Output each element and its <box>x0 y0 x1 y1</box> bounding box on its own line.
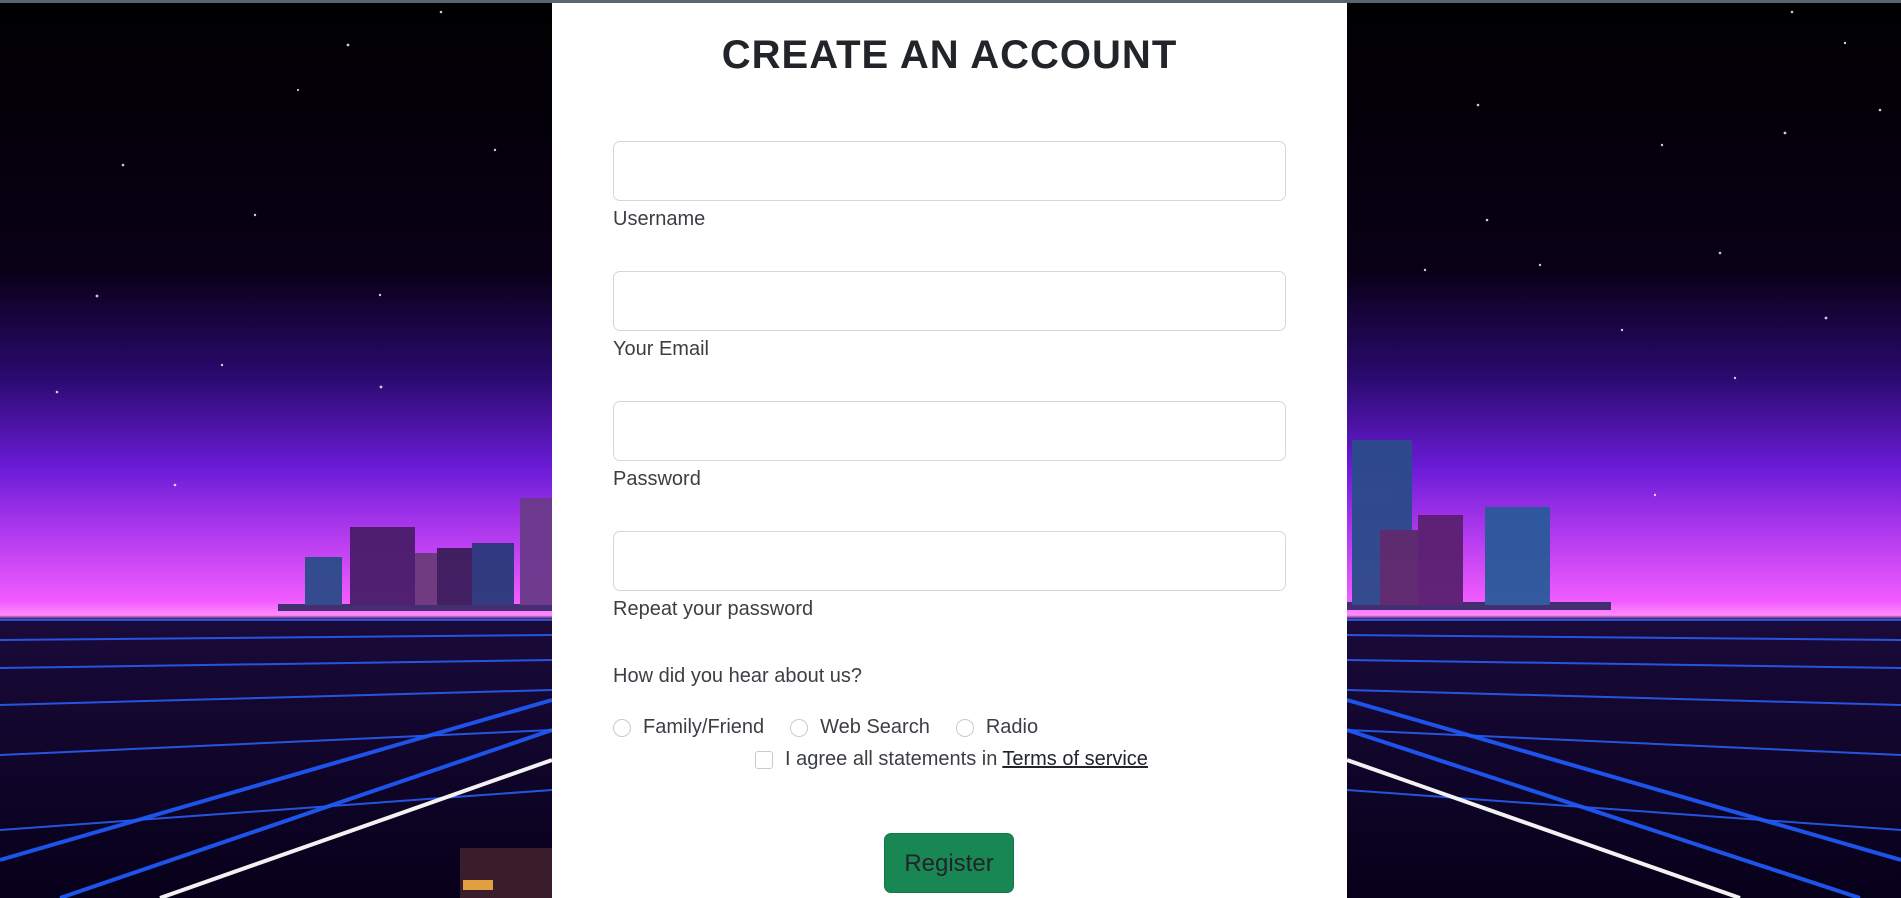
radio-label: Web Search <box>820 716 930 738</box>
radio-circle-icon[interactable] <box>955 718 974 737</box>
radio-web-search[interactable]: Web Search <box>790 716 930 739</box>
username-label: Username <box>613 208 706 230</box>
radio-radio[interactable]: Radio <box>955 716 1039 739</box>
terms-agreement: I agree all statements in Terms of servi… <box>755 748 1148 771</box>
agree-checkbox[interactable] <box>755 750 773 769</box>
repeat-password-label: Repeat your password <box>613 598 814 620</box>
email-group: Your Email <box>613 271 1286 361</box>
password-group: Password <box>613 401 1286 491</box>
referral-options: Family/Friend Web Search Radio <box>613 716 1064 739</box>
username-input[interactable] <box>613 141 1286 201</box>
radio-family-friend[interactable]: Family/Friend <box>613 716 764 739</box>
password-label: Password <box>613 468 701 490</box>
repeat-password-input[interactable] <box>613 531 1286 591</box>
register-card: CREATE AN ACCOUNT Username Your Email Pa… <box>552 3 1347 898</box>
repeat-password-group: Repeat your password <box>613 531 1286 621</box>
terms-of-service-link[interactable]: Terms of service <box>1002 748 1148 771</box>
referral-question: How did you hear about us? <box>613 665 863 687</box>
register-button[interactable]: Register <box>884 833 1014 893</box>
password-input[interactable] <box>613 401 1286 461</box>
page-title: CREATE AN ACCOUNT <box>721 33 1178 77</box>
email-input[interactable] <box>613 271 1286 331</box>
radio-label: Radio <box>985 716 1039 738</box>
agree-text: I agree all statements in <box>785 748 998 770</box>
radio-circle-icon[interactable] <box>790 718 809 737</box>
radio-circle-icon[interactable] <box>613 718 631 737</box>
username-group: Username <box>613 141 1286 231</box>
radio-label: Family/Friend <box>643 716 765 738</box>
page: CREATE AN ACCOUNT Username Your Email Pa… <box>0 0 1901 898</box>
email-label: Your Email <box>613 338 709 360</box>
